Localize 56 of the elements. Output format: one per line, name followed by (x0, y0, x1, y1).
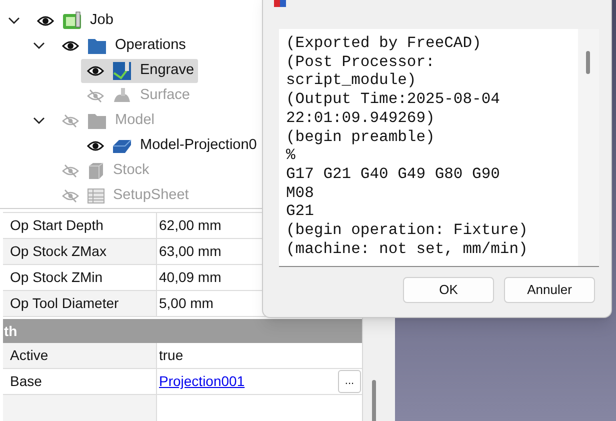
box-icon (87, 162, 105, 180)
tree-item-label: Job (90, 10, 114, 30)
dialog-button[interactable]: OK (403, 277, 494, 303)
tree-item[interactable]: Model-Projection0 (81, 134, 261, 158)
surface-icon (112, 86, 132, 104)
app-icon (274, 0, 286, 7)
browse-button[interactable]: ... (338, 370, 361, 393)
property-name: Op Tool Diameter (3, 291, 157, 316)
tree-item[interactable]: Operations (56, 34, 190, 58)
tree-item-label: Operations (115, 36, 186, 55)
tree-item-label: Stock (113, 160, 150, 180)
property-value: 5,00 mm (159, 294, 214, 313)
job-icon (62, 10, 82, 30)
gcode-line: M08 (286, 184, 314, 202)
tree-item-label: Engrave (140, 60, 194, 80)
property-value: 40,09 mm (159, 268, 222, 287)
folder-icon (87, 112, 107, 130)
property-value: true (159, 346, 184, 365)
gcode-line: (Exported by FreeCAD) (286, 34, 482, 53)
gcode-text-area[interactable]: (Exported by FreeCAD) (Post Processor: script_module) (Output Time:2025-08-04 22:01:09.949269) (begin preamble) % G17 G21 G40 G49 G80 G90 M08 G21 (begin operation: Fixture) (machine: not set, mm/min) (279, 29, 599, 267)
cube-icon (112, 138, 132, 154)
eye-icon[interactable] (62, 40, 79, 52)
tree-item-label: Model (115, 110, 154, 130)
sheet-icon (87, 188, 105, 204)
engrave-icon (112, 60, 132, 80)
property-value: 62,00 mm (159, 216, 222, 235)
gcode-line: G17 G21 G40 G49 G80 G90 (286, 164, 500, 184)
tree-item[interactable]: Job (31, 8, 118, 32)
tree-item[interactable]: Engrave (81, 58, 198, 82)
folder-icon (87, 36, 107, 54)
tree-item-label: Surface (140, 86, 190, 105)
dialog-button[interactable]: Annuler (504, 277, 595, 303)
gcode-line: (Output Time:2025-08-04 (286, 90, 500, 109)
gcode-line: script_module) (286, 71, 416, 90)
property-name: Op Stock ZMax (3, 239, 157, 264)
gcode-line: (begin preamble) (286, 128, 435, 146)
chevron-icon[interactable] (8, 16, 20, 24)
gcode-line: G21 (286, 202, 314, 222)
property-name: Active (3, 343, 157, 368)
gcode-line: (machine: not set, mm/min) (286, 240, 528, 258)
eye-icon[interactable] (87, 64, 104, 76)
gcode-line: 22:01:09.949269) (286, 108, 435, 128)
gcode-line: (Post Processor: (286, 52, 435, 72)
gcode-line: (begin operation: Fixture) (286, 221, 528, 240)
property-value: 63,00 mm (159, 242, 222, 261)
scrollbar-thumb[interactable] (372, 380, 376, 421)
group-header: th (3, 319, 362, 343)
gcode-line: % (286, 146, 296, 165)
eye-icon[interactable] (87, 140, 104, 152)
tree-item-label: SetupSheet (113, 186, 189, 205)
property-link[interactable]: Projection001 (159, 371, 245, 392)
chevron-icon[interactable] (33, 116, 45, 124)
tree-item-label: Model-Projection0 (140, 136, 257, 155)
chevron-icon[interactable] (33, 42, 45, 50)
scrollbar-thumb[interactable] (586, 51, 590, 74)
eye-icon[interactable] (37, 14, 54, 26)
